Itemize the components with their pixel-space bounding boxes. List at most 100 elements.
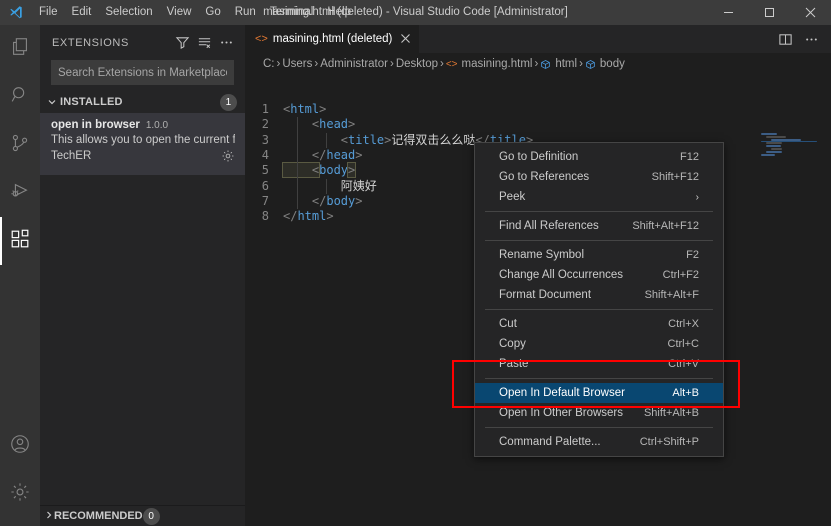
line-number: 3 (261, 132, 269, 147)
code-line: 1 <html> (245, 102, 831, 117)
close-button[interactable] (790, 0, 831, 25)
breadcrumb-item-0[interactable]: C: (261, 58, 277, 70)
menu-item-command-palette[interactable]: Command Palette... Ctrl+Shift+P (475, 432, 723, 452)
menu-item-open-in-default-browser[interactable]: Open In Default Browser Alt+B (475, 383, 723, 403)
breadcrumb-item-6[interactable]: body (583, 58, 627, 70)
activity-item-extensions[interactable] (0, 217, 40, 265)
html-file-icon: <> (445, 58, 458, 70)
extension-footer: TechER (51, 149, 235, 163)
activity-item-accounts[interactable] (0, 422, 40, 470)
activity-item-search[interactable] (0, 73, 40, 121)
menu-item-shortcut: Shift+Alt+F12 (632, 220, 699, 232)
line-content: </head> (283, 147, 363, 162)
chevron-down-icon (44, 97, 60, 107)
menu-item-label: Open In Other Browsers (499, 407, 623, 419)
section-installed-label: INSTALLED (60, 96, 123, 108)
line-content: </html> (283, 209, 334, 224)
menu-item-change-all-occurrences[interactable]: Change All Occurrences Ctrl+F2 (475, 265, 723, 285)
menu-item-find-all-references[interactable]: Find All References Shift+Alt+F12 (475, 216, 723, 236)
tab-masining-html[interactable]: <> masining.html (deleted) (245, 25, 421, 53)
indent-guide (326, 132, 327, 148)
menu-item-shortcut: Shift+Alt+B (643, 407, 699, 419)
line-number: 5 (261, 163, 269, 178)
indent-guide (326, 178, 327, 194)
menu-separator (485, 427, 713, 428)
breadcrumb-item-2[interactable]: Administrator (318, 58, 390, 70)
menu-view[interactable]: View (160, 0, 199, 25)
search-icon (9, 84, 31, 111)
run-debug-icon (9, 180, 31, 207)
menu-item-label: Peek (499, 191, 526, 203)
menu-item-copy[interactable]: Copy Ctrl+C (475, 334, 723, 354)
menu-item-label: Command Palette... (499, 436, 601, 448)
section-installed[interactable]: INSTALLED 1 (40, 91, 245, 113)
minimize-button[interactable] (708, 0, 749, 25)
menu-item-format-document[interactable]: Format Document Shift+Alt+F (475, 285, 723, 305)
editor-context-menu[interactable]: Go to Definition F12 Go to References Shift… (474, 142, 724, 457)
window-controls[interactable] (708, 0, 831, 25)
menu-item-cut[interactable]: Cut Ctrl+X (475, 314, 723, 334)
extension-list-item[interactable]: open in browser 1.0.0 This allows you to… (40, 113, 245, 175)
activity-item-run-and-debug[interactable] (0, 169, 40, 217)
section-recommended[interactable]: RECOMMENDED 0 (40, 505, 245, 526)
close-icon[interactable] (400, 33, 411, 46)
menu-file[interactable]: File (32, 0, 65, 25)
menu-item-go-to-references[interactable]: Go to References Shift+F12 (475, 167, 723, 187)
filter-icon[interactable] (171, 32, 193, 54)
line-content: <head> (283, 117, 356, 132)
menu-separator (485, 211, 713, 212)
menu-item-label: Paste (499, 358, 529, 370)
indent-guide (297, 117, 298, 210)
vscode-logo-icon (0, 5, 32, 21)
menu-item-paste[interactable]: Paste Ctrl+V (475, 354, 723, 374)
menu-selection[interactable]: Selection (98, 0, 159, 25)
extension-version: 1.0.0 (145, 120, 169, 131)
menu-item-peek[interactable]: Peek › (475, 187, 723, 207)
menu-item-open-in-other-browsers[interactable]: Open In Other Browsers Shift+Alt+B (475, 403, 723, 423)
line-content: <body> (281, 162, 357, 179)
line-number: 2 (261, 117, 269, 132)
menu-item-shortcut: Ctrl+V (668, 358, 699, 370)
activity-bar (0, 25, 40, 526)
extension-description: This allows you to open the current fil.… (51, 134, 235, 146)
line-number: 4 (261, 147, 269, 162)
menu-edit[interactable]: Edit (65, 0, 99, 25)
search-input[interactable] (51, 60, 234, 85)
menu-terminal[interactable]: Terminal (263, 0, 320, 25)
line-number: 6 (261, 178, 269, 193)
menu-run[interactable]: Run (228, 0, 263, 25)
gear-icon[interactable] (221, 149, 235, 163)
menu-item-shortcut: Shift+Alt+F (644, 289, 699, 301)
menu-item-label: Change All Occurrences (499, 269, 624, 281)
activity-item-manage[interactable] (0, 470, 40, 518)
menu-item-label: Rename Symbol (499, 249, 585, 261)
menu-help[interactable]: Help (320, 0, 358, 25)
installed-count-badge: 1 (220, 93, 237, 111)
ellipsis-icon[interactable] (215, 32, 237, 54)
breadcrumb-item-4[interactable]: <> masining.html (444, 58, 535, 70)
breadcrumb-label: masining.html (461, 58, 533, 70)
breadcrumb: C: › Users › Administrator › Desktop › <… (245, 53, 831, 75)
breadcrumb-label: Desktop (395, 58, 438, 70)
breadcrumb-item-3[interactable]: Desktop (394, 58, 440, 70)
breadcrumb-item-5[interactable]: html (538, 58, 579, 70)
account-icon (9, 433, 31, 460)
extension-name: open in browser (51, 119, 140, 131)
breadcrumb-item-1[interactable]: Users (280, 58, 314, 70)
menu-go[interactable]: Go (198, 0, 227, 25)
clear-list-icon[interactable] (193, 32, 215, 54)
menu-bar[interactable]: File Edit Selection View Go Run Terminal… (32, 0, 358, 25)
symbol-tag-icon (585, 59, 596, 70)
split-editor-icon[interactable] (773, 27, 797, 51)
maximize-button[interactable] (749, 0, 790, 25)
menu-item-rename-symbol[interactable]: Rename Symbol F2 (475, 245, 723, 265)
activity-item-explorer[interactable] (0, 25, 40, 73)
menu-item-shortcut: Ctrl+X (668, 318, 699, 330)
recommended-count-badge: 0 (142, 507, 160, 525)
activity-item-source-control[interactable] (0, 121, 40, 169)
source-control-icon (9, 132, 31, 159)
ellipsis-icon[interactable] (799, 27, 823, 51)
menu-item-go-to-definition[interactable]: Go to Definition F12 (475, 147, 723, 167)
html-file-icon: <> (255, 33, 268, 45)
minimap[interactable] (757, 125, 817, 526)
